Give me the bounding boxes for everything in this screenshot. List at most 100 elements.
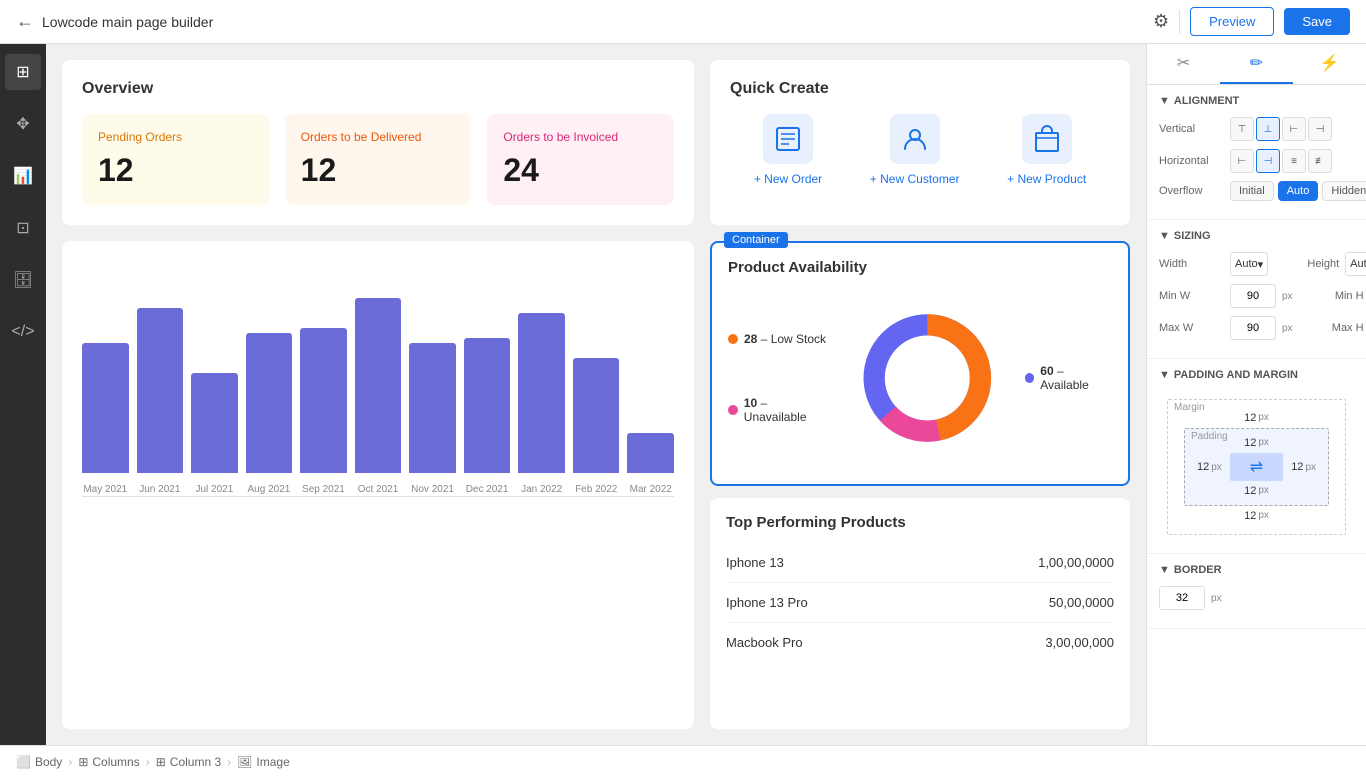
margin-bottom-unit: px bbox=[1258, 510, 1269, 522]
overflow-hidden[interactable]: Hidden bbox=[1322, 181, 1366, 201]
border-section: ▼ BORDER px bbox=[1147, 554, 1366, 629]
preview-button[interactable]: Preview bbox=[1190, 7, 1274, 36]
bar-group: Oct 2021 bbox=[355, 298, 402, 496]
props-tab-style[interactable]: ✏ bbox=[1220, 44, 1293, 84]
breadcrumb-column3[interactable]: ⊞ Column 3 bbox=[156, 755, 221, 769]
breadcrumb-column3-label: Column 3 bbox=[170, 755, 221, 769]
breadcrumb-image-label: Image bbox=[256, 755, 289, 769]
alignment-section: ▼ ALIGNMENT Vertical ⊤ ⊥ ⊢ ⊣ Horizontal … bbox=[1147, 85, 1366, 220]
breadcrumb-columns[interactable]: ⊞ Columns bbox=[78, 755, 139, 769]
margin-bottom-val: 12 bbox=[1244, 510, 1256, 522]
align-btn-vs[interactable]: ⊣ bbox=[1308, 117, 1332, 141]
max-h-label: Max H bbox=[1299, 322, 1364, 334]
bar-label: May 2021 bbox=[83, 483, 127, 496]
overflow-initial[interactable]: Initial bbox=[1230, 181, 1274, 201]
align-btn-hr[interactable]: ≡ bbox=[1282, 149, 1306, 173]
padding-right-unit: px bbox=[1305, 462, 1316, 473]
bar-group: Sep 2021 bbox=[300, 328, 347, 496]
bc-sep-1: › bbox=[68, 755, 72, 769]
new-customer-button[interactable]: + New Customer bbox=[870, 114, 960, 186]
collapse-border-icon[interactable]: ▼ bbox=[1159, 564, 1170, 576]
breadcrumb-columns-label: Columns bbox=[92, 755, 139, 769]
product-name-2: Iphone 13 Pro bbox=[726, 595, 808, 610]
width-height-row: Width Auto▾ Height Aut...▾ bbox=[1159, 252, 1354, 276]
bar bbox=[518, 313, 565, 473]
collapse-alignment-icon[interactable]: ▼ bbox=[1159, 95, 1170, 107]
horizontal-label: Horizontal bbox=[1159, 155, 1224, 167]
padding-bottom-unit: px bbox=[1258, 485, 1269, 497]
bar-label: Feb 2022 bbox=[575, 483, 617, 496]
donut-labels-left: 28 – Low Stock 10 – Unavailable bbox=[728, 332, 830, 424]
max-w-input[interactable] bbox=[1230, 316, 1276, 340]
overflow-auto[interactable]: Auto bbox=[1278, 181, 1319, 201]
product-name-1: Iphone 13 bbox=[726, 555, 784, 570]
available-label: 60 – Available bbox=[1025, 364, 1112, 392]
product-row-3: Macbook Pro 3,00,00,000 bbox=[726, 623, 1114, 662]
min-w-unit: px bbox=[1282, 291, 1293, 302]
sidebar-icon-chart[interactable]: 📊 bbox=[5, 158, 41, 194]
body-icon: ⬜ bbox=[16, 755, 31, 769]
chart-widget: May 2021Jun 2021Jul 2021Aug 2021Sep 2021… bbox=[62, 241, 694, 729]
settings-icon[interactable]: ⚙ bbox=[1153, 11, 1169, 32]
sidebar-icon-move[interactable]: ✥ bbox=[5, 106, 41, 142]
left-sidebar: ⊞ ✥ 📊 ⊡ 🗄 </> bbox=[0, 44, 46, 745]
align-btn-hl[interactable]: ⊢ bbox=[1230, 149, 1254, 173]
sidebar-icon-grid[interactable]: ⊞ bbox=[5, 54, 41, 90]
padding-bottom-val: 12 bbox=[1244, 485, 1256, 497]
link-icon: ⇌ bbox=[1250, 457, 1263, 477]
bar-group: Aug 2021 bbox=[246, 333, 293, 496]
low-stock-dot bbox=[728, 334, 738, 344]
overflow-row: Overflow Initial Auto Hidden bbox=[1159, 181, 1354, 201]
bar bbox=[82, 343, 129, 473]
bar-label: Nov 2021 bbox=[411, 483, 454, 496]
save-button[interactable]: Save bbox=[1284, 8, 1350, 35]
sidebar-icon-code[interactable]: </> bbox=[5, 314, 41, 350]
vertical-alignment-row: Vertical ⊤ ⊥ ⊢ ⊣ bbox=[1159, 117, 1354, 141]
stat-pending-label: Pending Orders bbox=[98, 130, 253, 144]
bar-group: Jul 2021 bbox=[191, 373, 238, 496]
bar bbox=[137, 308, 184, 473]
bar bbox=[246, 333, 293, 473]
min-w-input[interactable] bbox=[1230, 284, 1276, 308]
back-icon[interactable]: ← bbox=[16, 11, 34, 32]
props-tab-tools[interactable]: ✂ bbox=[1147, 44, 1220, 84]
sizing-section: ▼ SIZING Width Auto▾ Height Aut...▾ Min … bbox=[1147, 220, 1366, 359]
breadcrumb-body[interactable]: ⬜ Body bbox=[16, 755, 62, 769]
margin-box: Margin 12 px Padding 12 px bbox=[1167, 399, 1346, 535]
align-btn-vb[interactable]: ⊢ bbox=[1282, 117, 1306, 141]
width-dropdown[interactable]: Auto▾ bbox=[1230, 252, 1268, 276]
overflow-label: Overflow bbox=[1159, 185, 1224, 197]
bar-group: Jan 2022 bbox=[518, 313, 565, 496]
padding-top-val: 12 bbox=[1244, 437, 1256, 449]
bar-label: Jan 2022 bbox=[521, 483, 562, 496]
new-order-button[interactable]: + New Order bbox=[754, 114, 822, 186]
align-btn-vt[interactable]: ⊤ bbox=[1230, 117, 1254, 141]
border-value-input[interactable] bbox=[1159, 586, 1205, 610]
height-dropdown[interactable]: Aut...▾ bbox=[1345, 252, 1366, 276]
stat-invoice-orders: Orders to be Invoiced 24 bbox=[487, 114, 674, 205]
align-btn-hc[interactable]: ⊣ bbox=[1256, 149, 1280, 173]
column3-icon: ⊞ bbox=[156, 755, 166, 769]
new-product-button[interactable]: + New Product bbox=[1007, 114, 1086, 186]
pm-visual: Margin 12 px Padding 12 px bbox=[1159, 391, 1354, 543]
donut-chart bbox=[850, 298, 1005, 458]
bc-sep-2: › bbox=[146, 755, 150, 769]
padding-center: ⇌ bbox=[1230, 453, 1283, 481]
align-btn-hs[interactable]: ≢ bbox=[1308, 149, 1332, 173]
bar-group: Nov 2021 bbox=[409, 343, 456, 496]
bar-label: Sep 2021 bbox=[302, 483, 345, 496]
padding-right-group: 12 px bbox=[1291, 461, 1316, 473]
margin-bottom-row: 12 px bbox=[1184, 510, 1329, 522]
props-tab-lightning[interactable]: ⚡ bbox=[1293, 44, 1366, 84]
bar-label: Dec 2021 bbox=[466, 483, 509, 496]
breadcrumb-image[interactable]: 🖼 Image bbox=[237, 755, 290, 769]
min-wh-row: Min W px Min H px bbox=[1159, 284, 1354, 308]
collapse-sizing-icon[interactable]: ▼ bbox=[1159, 230, 1170, 242]
sidebar-icon-layout[interactable]: ⊡ bbox=[5, 210, 41, 246]
sidebar-icon-database[interactable]: 🗄 bbox=[5, 262, 41, 298]
available-dot bbox=[1025, 373, 1035, 383]
collapse-pm-icon[interactable]: ▼ bbox=[1159, 369, 1170, 381]
low-stock-text: 28 – Low Stock bbox=[744, 332, 826, 346]
product-name-3: Macbook Pro bbox=[726, 635, 803, 650]
align-btn-vm[interactable]: ⊥ bbox=[1256, 117, 1280, 141]
